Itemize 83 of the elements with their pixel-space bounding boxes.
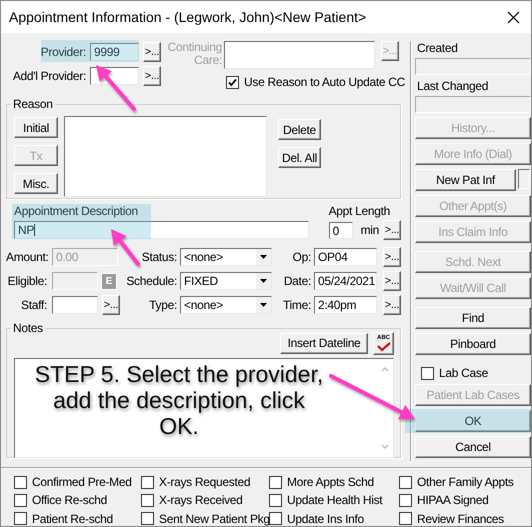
checkbox-label: More Appts Schd — [287, 475, 374, 489]
checkbox[interactable] — [141, 494, 154, 507]
field-label: Last Changed — [417, 79, 490, 93]
dropdown[interactable]: <none> — [180, 248, 272, 266]
annotation-arrow — [111, 229, 140, 266]
field-label: Schedule: — [126, 274, 178, 288]
browse-button[interactable]: >... — [383, 295, 401, 315]
checkbox[interactable] — [269, 512, 282, 526]
checkbox-label: Use Reason to Auto Update CC — [244, 75, 406, 89]
checkbox-label: Review Finances — [417, 512, 504, 526]
browse-button[interactable]: >... — [383, 247, 401, 267]
browse-button[interactable]: >... — [383, 220, 401, 240]
field-label: Appt Length — [328, 204, 391, 218]
annotation-arrow — [96, 65, 136, 111]
checkbox[interactable] — [141, 512, 154, 526]
group-label: Notes — [12, 321, 44, 335]
field-label: Time: — [282, 298, 312, 312]
checkbox-label: Patient Re-schd — [32, 512, 113, 526]
schedule-field[interactable]: 05/24/2021 — [314, 272, 377, 290]
field-label: Staff: — [20, 298, 48, 312]
checkbox-label: Confirmed Pre-Med — [32, 475, 132, 489]
checkbox-label: Update Health Hist — [287, 493, 382, 508]
dropdown[interactable]: FIXED — [180, 272, 272, 290]
side-button[interactable]: Pinboard — [415, 333, 531, 355]
checkbox[interactable] — [14, 512, 27, 526]
checkbox[interactable] — [226, 76, 239, 88]
checkbox-label: Sent New Patient Pkg — [159, 512, 270, 526]
field-label: Continuing Care: — [166, 41, 223, 67]
checkbox[interactable] — [269, 494, 282, 507]
eligible-field[interactable] — [52, 272, 98, 290]
browse-button[interactable]: >... — [102, 295, 120, 315]
dropdown[interactable]: <none> — [180, 296, 272, 314]
window-title: Appointment Information - (Legwork, John)<New Patient> — [9, 9, 368, 25]
side-button[interactable]: OK — [415, 410, 531, 432]
checkbox-label: Office Re-schd — [32, 493, 107, 508]
field-label: Provider: — [40, 44, 87, 58]
field-label: Type: — [148, 298, 178, 312]
checkbox[interactable] — [141, 476, 154, 488]
notes-field[interactable]: STEP 5. Select the provider, add the description, click OK. — [14, 358, 394, 458]
browse-button[interactable]: >... — [143, 66, 161, 86]
field-label: Status: — [140, 250, 178, 264]
checkbox[interactable] — [14, 476, 27, 488]
side-button[interactable]: New Pat Inf — [415, 169, 516, 191]
continuing-care-field[interactable] — [224, 41, 375, 69]
field-label: Add'l Provider: — [12, 68, 87, 82]
checkbox-label: X-rays Received — [159, 493, 243, 508]
field-label: Op: — [292, 250, 312, 264]
field-label: Date: — [282, 274, 312, 288]
schedule-field[interactable]: OP04 — [314, 248, 377, 266]
field-label: Appointment Description — [14, 204, 139, 218]
list-button[interactable]: Del. All — [278, 147, 321, 168]
field-label: Created — [417, 41, 459, 55]
checkbox[interactable] — [399, 476, 412, 488]
side-button[interactable]: Find — [415, 307, 531, 329]
checkbox[interactable] — [14, 494, 27, 507]
check-icon — [376, 342, 390, 352]
insert-dateline-button[interactable]: Insert Dateline — [280, 332, 368, 354]
checkbox[interactable] — [269, 476, 282, 488]
field-label: Eligible: — [6, 274, 48, 288]
checkbox-label: HIPAA Signed — [417, 493, 489, 508]
browse-button[interactable]: >... — [143, 42, 161, 62]
checkbox[interactable] — [399, 494, 412, 507]
checkbox-label: Update Ins Info — [287, 512, 364, 526]
callout-text: STEP 5. Select the provider, add the description, click OK. — [34, 361, 324, 439]
length-field[interactable]: 0 — [328, 222, 353, 238]
description-field[interactable]: NP — [14, 221, 309, 239]
provider-field[interactable]: 9999 — [90, 42, 139, 60]
checkbox-label: X-rays Requested — [159, 475, 250, 489]
list-button[interactable]: Delete — [278, 119, 321, 140]
browse-button[interactable]: >... — [383, 271, 401, 291]
group-label: Reason — [12, 97, 54, 111]
unit-label: min — [360, 223, 379, 237]
checkbox-label: Lab Case — [439, 366, 488, 380]
staff-field[interactable] — [52, 296, 98, 314]
schedule-field[interactable]: 2:40pm — [314, 296, 377, 314]
reason-button[interactable]: Initial — [14, 117, 58, 138]
side-button[interactable]: Cancel — [415, 436, 531, 458]
checkbox[interactable] — [421, 366, 434, 380]
checkbox[interactable] — [399, 512, 412, 526]
field-label: Amount: — [6, 250, 50, 264]
close-icon[interactable] — [507, 10, 520, 24]
checkbox-label: Other Family Appts — [417, 475, 514, 489]
reason-button[interactable]: Misc. — [14, 173, 58, 194]
